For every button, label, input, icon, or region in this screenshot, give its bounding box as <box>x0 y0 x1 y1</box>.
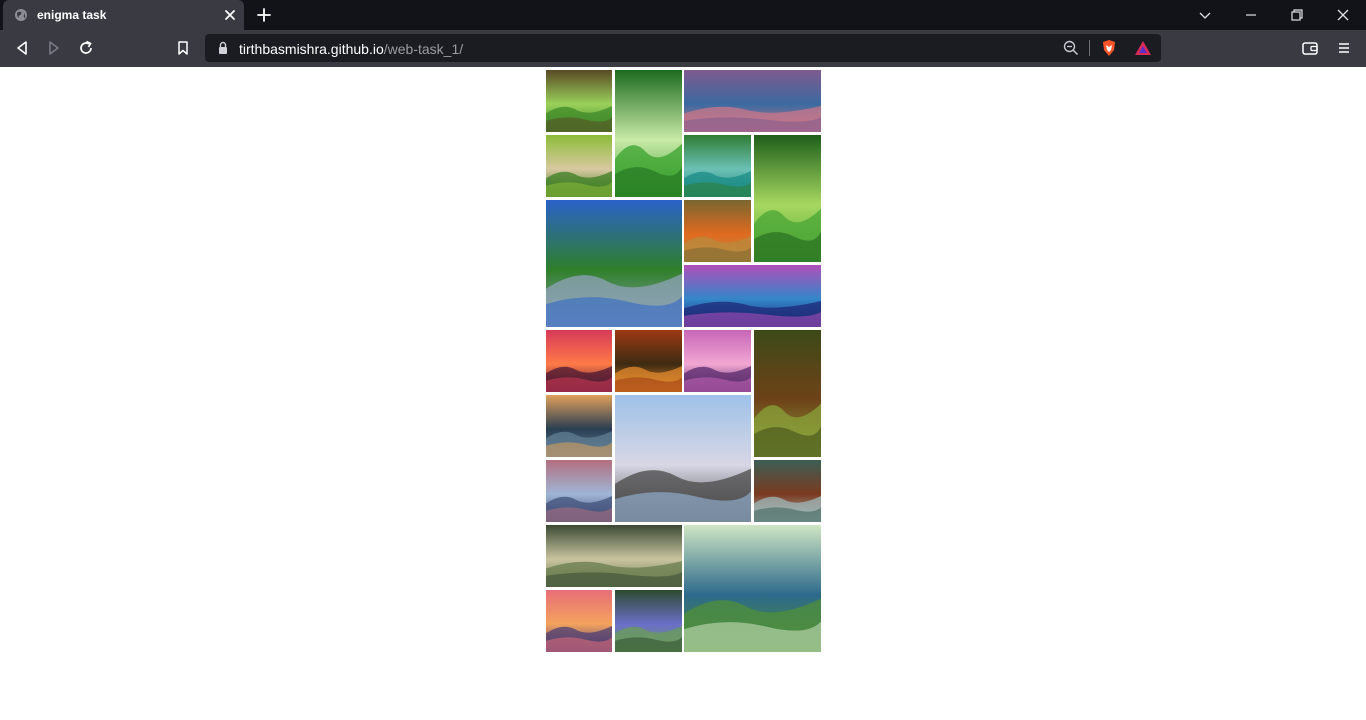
photo-mount-fuji-lake <box>615 395 751 522</box>
back-icon[interactable] <box>12 38 32 58</box>
gallery-image-tree-sapling[interactable] <box>546 70 612 132</box>
gallery-image-autumn-lake[interactable] <box>684 70 821 132</box>
address-bar[interactable]: tirthbasmishra.github.io/web-task_1/ <box>205 34 1161 62</box>
gallery-image-island-tree[interactable] <box>546 395 612 457</box>
gallery-image-mount-fuji[interactable] <box>615 395 751 522</box>
gallery-image-pebbles[interactable] <box>546 460 612 522</box>
photo-hummingbird-flower <box>684 200 751 262</box>
reload-icon[interactable] <box>76 38 96 58</box>
gallery-image-purple-lake[interactable] <box>684 265 821 327</box>
gallery-image-boat-lake[interactable] <box>754 460 821 522</box>
address-url[interactable]: tirthbasmishra.github.io/web-task_1/ <box>239 41 463 57</box>
gallery-image-bluebell-forest[interactable] <box>615 590 682 652</box>
photo-tree-sapling-ball <box>546 70 612 132</box>
photo-green-tree-tunnel <box>754 135 821 262</box>
photo-pink-sky-lake <box>684 330 751 392</box>
photo-turquoise-pool-trees <box>684 135 751 197</box>
photo-pink-sunset-mountains <box>546 590 612 652</box>
photo-lake-autumn-mountains <box>684 70 821 132</box>
bookmark-icon[interactable] <box>173 38 193 58</box>
photo-glass-globe-moss <box>684 525 821 652</box>
address-separator <box>1089 40 1090 56</box>
new-tab-icon[interactable] <box>254 5 274 25</box>
tab-strip: enigma task <box>0 0 1366 30</box>
gallery-image-sunset-tree[interactable] <box>546 330 612 392</box>
gallery-image-hummingbird[interactable] <box>684 200 751 262</box>
toolbar: tirthbasmishra.github.io/web-task_1/ <box>0 30 1366 67</box>
restore-icon[interactable] <box>1287 5 1307 25</box>
menu-icon[interactable] <box>1334 38 1354 58</box>
gallery-image-tree-tunnel[interactable] <box>754 135 821 262</box>
globe-icon <box>15 9 27 21</box>
photo-bluebell-forest <box>615 590 682 652</box>
gallery-image-pink-mountains[interactable] <box>546 590 612 652</box>
gallery-image-turquoise-pool[interactable] <box>684 135 751 197</box>
brave-shields-icon[interactable] <box>1100 39 1118 57</box>
brave-rewards-icon[interactable] <box>1134 39 1152 57</box>
gallery-image-autumn-forest[interactable] <box>615 330 682 392</box>
gallery-image-boardwalk[interactable] <box>754 330 821 457</box>
photo-green-hills-valley <box>546 525 682 587</box>
photo-alpine-valley <box>546 200 682 327</box>
gallery-image-green-hills[interactable] <box>546 525 682 587</box>
photo-mountain-lake-boat <box>754 460 821 522</box>
address-host: tirthbasmishra.github.io <box>239 41 384 57</box>
photo-colorful-pebbles-lake <box>546 460 612 522</box>
gallery-image-pink-lake[interactable] <box>684 330 751 392</box>
close-window-icon[interactable] <box>1333 5 1353 25</box>
photo-forest-boardwalk <box>754 330 821 457</box>
photo-sunset-tree-silhouette <box>546 330 612 392</box>
photo-tall-tree-canopy <box>615 70 682 197</box>
lock-icon[interactable] <box>215 40 231 56</box>
address-path: /web-task_1/ <box>383 41 464 57</box>
tab-search-chevron-icon[interactable] <box>1195 5 1215 25</box>
photo-tree-on-island-sunset <box>546 395 612 457</box>
tab-title: enigma task <box>37 8 107 22</box>
wallet-icon[interactable] <box>1300 38 1320 58</box>
minimize-icon[interactable] <box>1241 5 1261 25</box>
photo-autumn-forest-light <box>615 330 682 392</box>
browser-tab[interactable]: enigma task <box>3 0 244 30</box>
gallery-image-hand-plant[interactable] <box>546 135 612 197</box>
forward-icon[interactable] <box>44 38 64 58</box>
close-tab-icon[interactable] <box>222 7 238 23</box>
page-content <box>0 67 1366 720</box>
zoom-icon[interactable] <box>1062 39 1080 57</box>
gallery-image-glass-globe[interactable] <box>684 525 821 652</box>
photo-purple-night-lake <box>684 265 821 327</box>
gallery-image-alpine-valley[interactable] <box>546 200 682 327</box>
photo-hand-holding-plant <box>546 135 612 197</box>
gallery-image-tall-tree[interactable] <box>615 70 682 197</box>
